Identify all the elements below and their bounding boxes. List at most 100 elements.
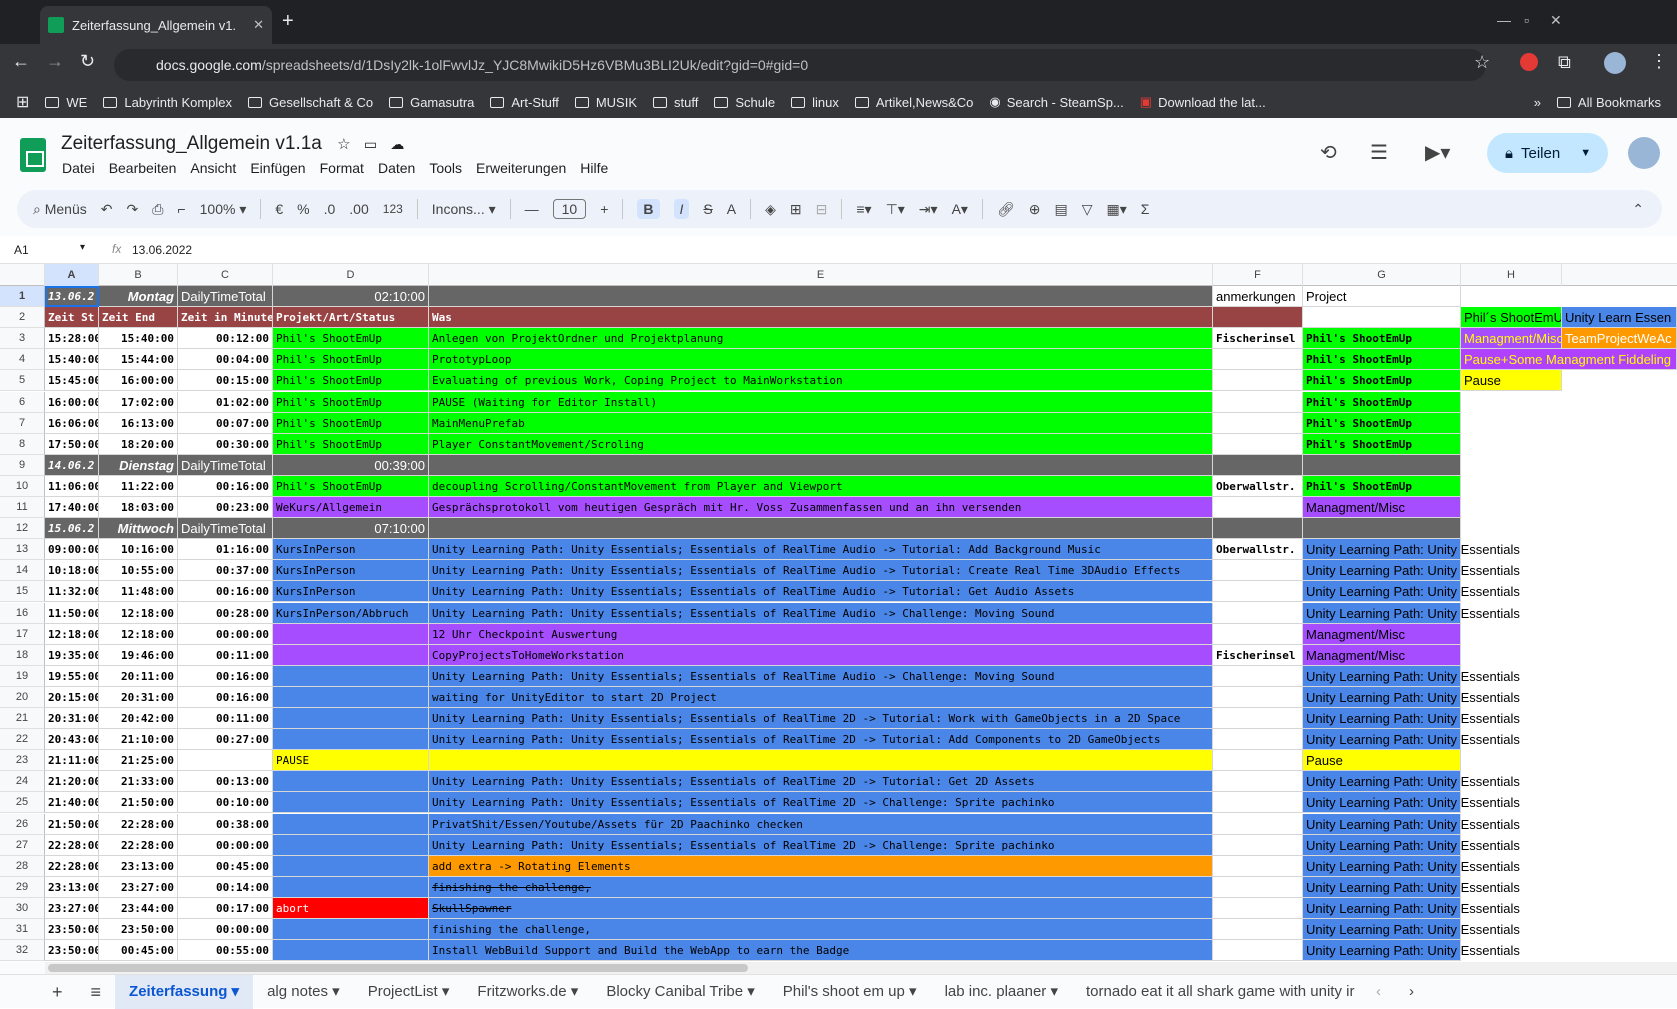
cell-g[interactable]: Unity Learning Path: Unity Essentials bbox=[1303, 602, 1520, 624]
cell-b[interactable]: 12:18:00 bbox=[99, 602, 178, 624]
filter-views-icon[interactable]: ▦▾ bbox=[1106, 201, 1126, 218]
cell-f[interactable] bbox=[1213, 750, 1303, 772]
cell-f[interactable] bbox=[1213, 497, 1303, 518]
cell-f[interactable] bbox=[1213, 349, 1303, 371]
cell-d[interactable] bbox=[273, 792, 429, 814]
text-wrap-icon[interactable]: ⇥▾ bbox=[919, 201, 938, 218]
cell-d[interactable]: Phil's ShootEmUp bbox=[273, 475, 429, 497]
chrome-menu-icon[interactable]: ⋮ bbox=[1650, 51, 1668, 72]
back-icon[interactable]: ← bbox=[12, 51, 30, 72]
merge-cells-icon[interactable]: ⊟ bbox=[816, 201, 828, 218]
cell-c[interactable]: 00:55:00 bbox=[178, 940, 273, 962]
cell-b[interactable]: 21:50:00 bbox=[99, 792, 178, 814]
cell-a[interactable]: Zeit St bbox=[45, 307, 99, 329]
cell-d[interactable] bbox=[273, 665, 429, 687]
cell-d[interactable]: KursInPerson bbox=[273, 581, 429, 603]
cell-e[interactable]: finishing the challenge, bbox=[429, 876, 1213, 898]
bookmark-item[interactable]: stuff bbox=[647, 91, 704, 114]
cell-e[interactable]: Unity Learning Path: Unity Essentials; E… bbox=[429, 729, 1213, 751]
bookmark-item[interactable]: Labyrinth Komplex bbox=[97, 91, 238, 114]
cell-b[interactable]: 17:02:00 bbox=[99, 391, 178, 413]
cell-g[interactable]: Unity Learning Path: Unity Essentials bbox=[1303, 539, 1520, 561]
cell-g[interactable]: Managment/Misc bbox=[1303, 623, 1461, 645]
menu-tools[interactable]: Tools bbox=[429, 160, 462, 176]
cell-f[interactable] bbox=[1213, 433, 1303, 455]
cell-d[interactable] bbox=[273, 940, 429, 962]
cell-c[interactable]: 00:00:00 bbox=[178, 623, 273, 645]
cell-c[interactable]: 00:10:00 bbox=[178, 792, 273, 814]
sheet-tab[interactable]: ProjectList ▾ bbox=[354, 975, 464, 1009]
insert-comment-icon[interactable]: ⊕ bbox=[1029, 201, 1041, 218]
cell-e[interactable]: decoupling Scrolling/ConstantMovement fr… bbox=[429, 475, 1213, 497]
more-bookmarks-icon[interactable]: » bbox=[1528, 91, 1547, 114]
cell-f[interactable] bbox=[1213, 665, 1303, 687]
menu-bearbeiten[interactable]: Bearbeiten bbox=[109, 160, 177, 176]
cell-c[interactable]: 00:23:00 bbox=[178, 497, 273, 518]
cell-a[interactable]: 21:20:00 bbox=[45, 771, 99, 793]
bookmark-item[interactable]: Schule bbox=[708, 91, 781, 114]
row-number[interactable]: 21 bbox=[0, 708, 45, 729]
bookmark-item[interactable]: linux bbox=[785, 91, 845, 114]
sheet-tab[interactable]: Fritzworks.de ▾ bbox=[463, 975, 592, 1009]
paint-format-icon[interactable]: ⌐ bbox=[177, 201, 185, 217]
cell-c[interactable]: 00:45:00 bbox=[178, 855, 273, 877]
cell-f[interactable] bbox=[1213, 602, 1303, 624]
cell-g[interactable]: Unity Learning Path: Unity Essentials bbox=[1303, 560, 1520, 582]
sheets-logo[interactable] bbox=[20, 138, 46, 172]
bookmark-item[interactable]: Gamasutra bbox=[383, 91, 480, 114]
cell-b[interactable]: 12:18:00 bbox=[99, 623, 178, 645]
strikethrough-icon[interactable]: S bbox=[703, 201, 712, 217]
row-number[interactable]: 27 bbox=[0, 834, 45, 856]
cell-d[interactable] bbox=[273, 813, 429, 835]
sheet-tab[interactable]: alg notes ▾ bbox=[253, 975, 354, 1009]
cell-a[interactable]: 19:35:00 bbox=[45, 644, 99, 666]
cell-c[interactable]: 00:17:00 bbox=[178, 897, 273, 919]
cell-f[interactable] bbox=[1213, 623, 1303, 645]
cell-d[interactable]: Phil's ShootEmUp bbox=[273, 412, 429, 434]
cell-f[interactable] bbox=[1213, 729, 1303, 751]
column-header-e[interactable]: E bbox=[429, 264, 1213, 286]
cell-e[interactable]: add extra -> Rotating Elements bbox=[429, 855, 1213, 877]
functions-icon[interactable]: Σ bbox=[1141, 201, 1150, 217]
cell-b[interactable]: 10:16:00 bbox=[99, 539, 178, 561]
cell-a[interactable]: 11:06:00 bbox=[45, 475, 99, 497]
menu-datei[interactable]: Datei bbox=[62, 160, 95, 176]
row-number[interactable]: 26 bbox=[0, 813, 45, 835]
search-menus[interactable]: ⌕ Menüs bbox=[33, 201, 87, 218]
insert-link-icon[interactable]: 🔗︎ bbox=[997, 201, 1015, 218]
meet-icon[interactable]: ▶▾ bbox=[1425, 140, 1450, 165]
font-size-input[interactable]: 10 bbox=[552, 199, 587, 219]
decrease-decimal-button[interactable]: .0 bbox=[324, 201, 336, 217]
cell-b[interactable]: 23:13:00 bbox=[99, 855, 178, 877]
cell-d[interactable]: 02:10:00 bbox=[273, 286, 429, 307]
cell-b[interactable]: 20:11:00 bbox=[99, 665, 178, 687]
comments-icon[interactable]: ☰ bbox=[1370, 140, 1388, 165]
currency-button[interactable]: € bbox=[275, 201, 283, 217]
cell-e[interactable]: Unity Learning Path: Unity Essentials; E… bbox=[429, 560, 1213, 582]
cell-b[interactable]: 23:50:00 bbox=[99, 919, 178, 940]
cell-c[interactable]: 00:16:00 bbox=[178, 581, 273, 603]
cell-a[interactable]: 11:32:00 bbox=[45, 581, 99, 603]
cell-b[interactable]: 18:03:00 bbox=[99, 497, 178, 518]
sheet-tab-zeiterfassung[interactable]: Zeiterfassung ▾ bbox=[115, 974, 254, 1009]
row-number[interactable]: 5 bbox=[0, 370, 45, 392]
document-title[interactable]: Zeiterfassung_Allgemein v1.1a ☆ ▭ ☁ bbox=[61, 133, 404, 155]
apps-grid-icon[interactable]: ⊞ bbox=[10, 88, 35, 116]
cell-f[interactable] bbox=[1213, 370, 1303, 392]
column-header-h[interactable]: H bbox=[1461, 264, 1562, 286]
cell-f[interactable] bbox=[1213, 560, 1303, 582]
cell-g[interactable]: Phil's ShootEmUp bbox=[1303, 391, 1461, 413]
collapse-toolbar-icon[interactable]: ⌃ bbox=[1632, 201, 1644, 218]
cell-b[interactable]: 15:40:00 bbox=[99, 328, 178, 350]
cell-f[interactable] bbox=[1213, 454, 1303, 476]
cell-f[interactable] bbox=[1213, 834, 1303, 856]
cell-c[interactable]: 00:37:00 bbox=[178, 560, 273, 582]
row-number[interactable]: 16 bbox=[0, 602, 45, 624]
forward-icon[interactable]: → bbox=[46, 51, 64, 72]
cell-a[interactable]: 12:18:00 bbox=[45, 623, 99, 645]
cell-g[interactable]: Unity Learning Path: Unity Essentials bbox=[1303, 813, 1520, 835]
column-header-f[interactable]: F bbox=[1213, 264, 1303, 286]
cell-c[interactable]: 00:00:00 bbox=[178, 919, 273, 940]
share-button[interactable]: 🔒︎ Teilen ▼ bbox=[1487, 133, 1608, 173]
cell-b[interactable]: 22:28:00 bbox=[99, 834, 178, 856]
